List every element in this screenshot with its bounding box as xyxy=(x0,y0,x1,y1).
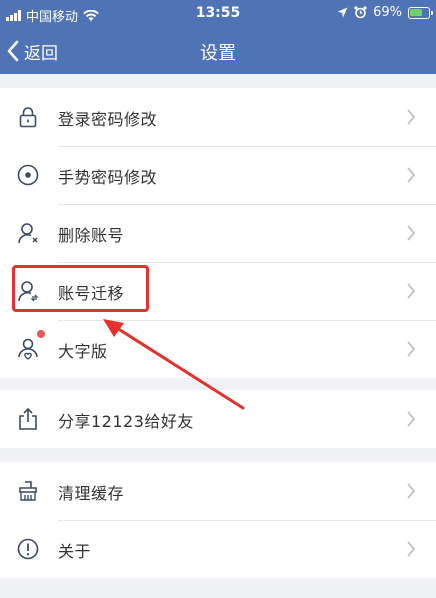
transfer-user-icon xyxy=(18,281,39,302)
lock-icon xyxy=(19,107,37,128)
delete-user-icon xyxy=(18,223,38,244)
row-label: 分享12123给好友 xyxy=(58,412,194,431)
chevron-right-icon xyxy=(407,411,416,427)
info-icon xyxy=(17,538,39,560)
row-about[interactable]: 关于 xyxy=(0,520,436,578)
row-label: 关于 xyxy=(58,542,92,561)
chevron-right-icon xyxy=(407,483,416,499)
notification-dot xyxy=(37,330,45,338)
chevron-right-icon xyxy=(407,341,416,357)
page-title: 设置 xyxy=(200,43,236,64)
status-bar: 中国移动 13:55 69% xyxy=(0,0,436,28)
row-label: 清理缓存 xyxy=(58,484,125,503)
share-group: 分享12123给好友 xyxy=(0,390,436,448)
gesture-icon xyxy=(17,164,39,186)
row-share[interactable]: 分享12123给好友 xyxy=(0,390,436,448)
chevron-right-icon xyxy=(407,541,416,557)
row-login-password[interactable]: 登录密码修改 xyxy=(0,88,436,146)
navigation-bar: 返回 设置 xyxy=(0,28,436,74)
row-label: 删除账号 xyxy=(58,226,125,245)
chevron-right-icon xyxy=(407,283,416,299)
chevron-right-icon xyxy=(407,225,416,241)
account-settings-group: 登录密码修改 手势密码修改 删除账号 账号迁移 大字版 xyxy=(0,88,436,378)
alarm-icon xyxy=(354,6,367,19)
battery-percent: 69% xyxy=(373,5,402,20)
misc-group: 清理缓存 关于 xyxy=(0,462,436,578)
broom-icon xyxy=(19,481,37,501)
large-font-icon xyxy=(18,338,38,360)
chevron-right-icon xyxy=(407,167,416,183)
share-icon xyxy=(19,407,37,430)
location-icon xyxy=(337,7,348,18)
row-clear-cache[interactable]: 清理缓存 xyxy=(0,462,436,520)
row-gesture-password[interactable]: 手势密码修改 xyxy=(0,146,436,204)
row-account-transfer[interactable]: 账号迁移 xyxy=(0,262,436,320)
row-label: 大字版 xyxy=(58,342,108,361)
row-label: 登录密码修改 xyxy=(58,110,158,129)
row-label: 账号迁移 xyxy=(58,284,125,303)
battery-icon xyxy=(408,6,433,19)
row-large-font[interactable]: 大字版 xyxy=(0,320,436,378)
row-label: 手势密码修改 xyxy=(58,168,158,187)
row-delete-account[interactable]: 删除账号 xyxy=(0,204,436,262)
chevron-right-icon xyxy=(407,109,416,125)
